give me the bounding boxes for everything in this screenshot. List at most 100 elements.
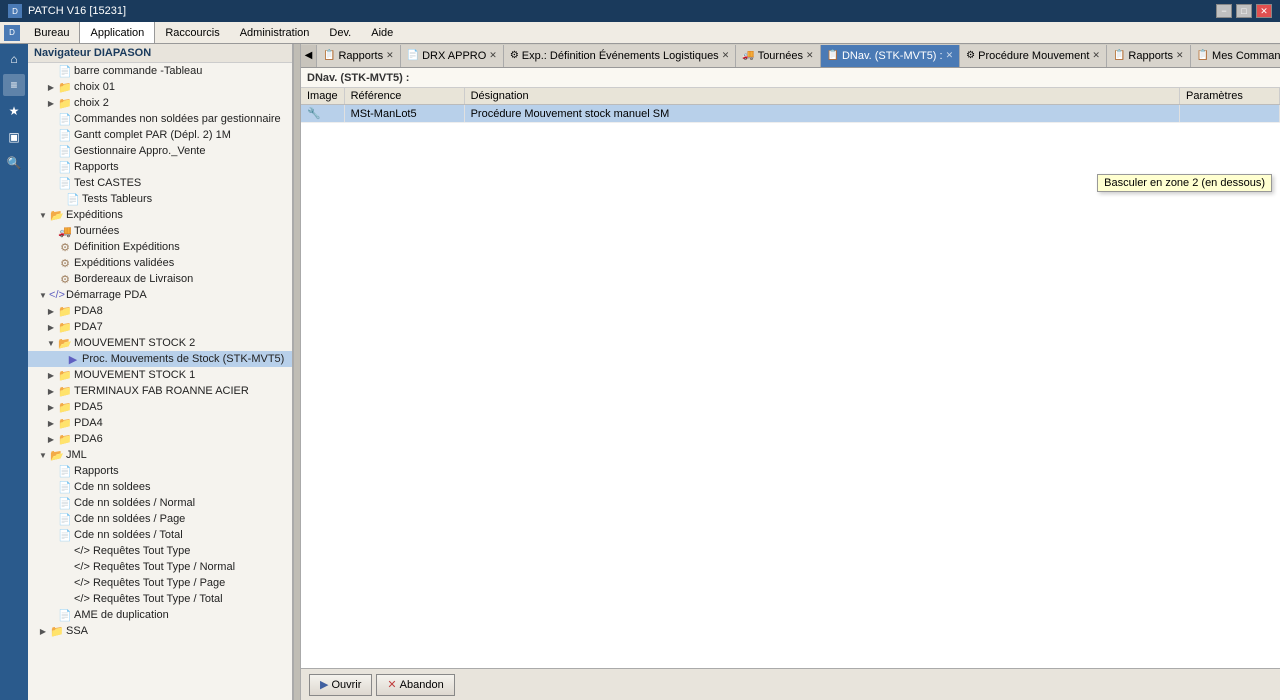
bottom-toolbar: ▶ Ouvrir ✕ Abandon: [301, 668, 1280, 700]
tab-proc-mouvement[interactable]: ⚙ Procédure Mouvement ✕: [960, 45, 1107, 67]
tree-item-cde-nn-normal[interactable]: 📄 Cde nn soldées / Normal: [28, 495, 292, 511]
folder-open-icon: 📂: [58, 336, 72, 350]
tree-item-choix2[interactable]: ▶ 📁 choix 2: [28, 95, 292, 111]
tab-close-dnav[interactable]: ✕: [946, 50, 954, 61]
tree-item-pda5[interactable]: ▶ 📁 PDA5: [28, 399, 292, 415]
col-header-parametres: Paramètres: [1180, 88, 1280, 105]
tree-item-mvt-stock1[interactable]: ▶ 📁 MOUVEMENT STOCK 1: [28, 367, 292, 383]
tree-item-terminaux[interactable]: ▶ 📁 TERMINAUX FAB ROANNE ACIER: [28, 383, 292, 399]
sidebar-nav-icon[interactable]: ≡: [3, 74, 25, 96]
folder-icon: 📁: [50, 624, 64, 638]
tab-rapports2[interactable]: 📋 Rapports ✕: [1107, 45, 1191, 67]
tree-item-req-tout-type-normal[interactable]: </> Requêtes Tout Type / Normal: [28, 559, 292, 575]
sidebar-star-icon[interactable]: ★: [3, 100, 25, 122]
tree-item-expeditions[interactable]: ▼ 📂 Expéditions: [28, 207, 292, 223]
code-icon: [58, 576, 72, 590]
file-icon: 📄: [58, 528, 72, 542]
tree-item-proc-mvt[interactable]: ▶ Proc. Mouvements de Stock (STK-MVT5): [28, 351, 292, 367]
file-icon: 📄: [58, 64, 72, 78]
file-icon: 📄: [66, 192, 80, 206]
tab-exp-def[interactable]: ⚙ Exp.: Définition Événements Logistique…: [504, 45, 736, 67]
tab-nav-left[interactable]: ◀: [301, 45, 317, 67]
tree-item-ssa[interactable]: ▶ 📁 SSA: [28, 623, 292, 639]
tab-close-proc[interactable]: ✕: [1092, 50, 1100, 61]
tree-item-ame[interactable]: 📄 AME de duplication: [28, 607, 292, 623]
tab-close-rapports2[interactable]: ✕: [1176, 50, 1184, 61]
maximize-button[interactable]: □: [1236, 4, 1252, 18]
sidebar-home-icon[interactable]: ⌂: [3, 48, 25, 70]
file-icon: 📄: [58, 480, 72, 494]
tree-item-barre[interactable]: 📄 barre commande -Tableau: [28, 63, 292, 79]
tab-drx-appro[interactable]: 📄 DRX APPRO ✕: [401, 45, 504, 67]
tree-item-pda6[interactable]: ▶ 📁 PDA6: [28, 431, 292, 447]
code-icon: [58, 592, 72, 606]
tree-item-pda7[interactable]: ▶ 📁 PDA7: [28, 319, 292, 335]
tree-item-choix01[interactable]: ▶ 📁 choix 01: [28, 79, 292, 95]
tab-close-drx[interactable]: ✕: [489, 50, 497, 61]
tree-item-rapports2[interactable]: 📄 Rapports: [28, 463, 292, 479]
nav-tree[interactable]: 📄 barre commande -Tableau ▶ 📁 choix 01 ▶…: [28, 63, 292, 700]
tree-item-borderx[interactable]: ⚙ Bordereaux de Livraison: [28, 271, 292, 287]
tree-item-cde-nn[interactable]: 📄 Cde nn soldees: [28, 479, 292, 495]
tree-item-req-tout-type-total[interactable]: </> Requêtes Tout Type / Total: [28, 591, 292, 607]
tree-item-jml[interactable]: ▼ 📂 JML: [28, 447, 292, 463]
abandon-button[interactable]: ✕ Abandon: [376, 674, 454, 696]
tree-item-gestionnaire[interactable]: 📄 Gestionnaire Appro._Vente: [28, 143, 292, 159]
tree-item-req-tout-type[interactable]: </> Requêtes Tout Type: [28, 543, 292, 559]
tree-item-demarrage-pda[interactable]: ▼ </> Démarrage PDA: [28, 287, 292, 303]
tree-item-test-castes[interactable]: 📄 Test CASTES: [28, 175, 292, 191]
tab-bar: ◀ 📋 Rapports ✕ 📄 DRX APPRO ✕ ⚙ Exp.: Déf…: [301, 44, 1280, 68]
tab-mes-commandes[interactable]: 📋 Mes Commandes Non Soldées ✕: [1191, 45, 1280, 67]
file-icon: 📄: [58, 176, 72, 190]
tree-item-req-tout-type-page[interactable]: </> Requêtes Tout Type / Page: [28, 575, 292, 591]
menu-raccourcis[interactable]: Raccourcis: [155, 22, 229, 43]
tab-dnav-stk[interactable]: 📋 DNav. (STK-MVT5) : ✕: [821, 45, 961, 67]
table-header-row: Image Référence Désignation Paramètres: [301, 88, 1280, 105]
tab-rapports1[interactable]: 📋 Rapports ✕: [317, 45, 401, 67]
tree-item-cde-nn-page[interactable]: 📄 Cde nn soldées / Page: [28, 511, 292, 527]
truck-icon: ⚙: [58, 240, 72, 254]
folder-icon: 📁: [58, 400, 72, 414]
truck-icon: 🚚: [58, 224, 72, 238]
ouvrir-button[interactable]: ▶ Ouvrir: [309, 674, 372, 696]
file-icon: 📄: [58, 128, 72, 142]
close-button[interactable]: ✕: [1256, 4, 1272, 18]
tab-close-exp[interactable]: ✕: [722, 50, 730, 61]
tab-close-rapports1[interactable]: ✕: [386, 50, 394, 61]
folder-open-icon: 📂: [50, 448, 64, 462]
tree-item-rapports1[interactable]: 📄 Rapports: [28, 159, 292, 175]
tab-close-tournees[interactable]: ✕: [806, 50, 814, 61]
resize-handle[interactable]: [293, 44, 301, 700]
menu-administration[interactable]: Administration: [230, 22, 320, 43]
tooltip-text: Basculer en zone 2 (en dessous): [1104, 177, 1265, 189]
tree-item-def-exp[interactable]: ⚙ Définition Expéditions: [28, 239, 292, 255]
tree-item-pda4[interactable]: ▶ 📁 PDA4: [28, 415, 292, 431]
menu-aide[interactable]: Aide: [361, 22, 403, 43]
tree-item-tests-tableurs[interactable]: 📄 Tests Tableurs: [28, 191, 292, 207]
tree-item-pda8[interactable]: ▶ 📁 PDA8: [28, 303, 292, 319]
folder-open-icon: 📂: [50, 208, 64, 222]
sidebar-monitor-icon[interactable]: ▣: [3, 126, 25, 148]
menu-bureau[interactable]: Bureau: [24, 22, 79, 43]
code-icon: </>: [50, 288, 64, 302]
table-row[interactable]: 🔧 MSt-ManLot5 Procédure Mouvement stock …: [301, 105, 1280, 123]
tree-item-exp-val[interactable]: ⚙ Expéditions validées: [28, 255, 292, 271]
menu-application[interactable]: Application: [79, 22, 155, 43]
tree-item-cmd[interactable]: 📄 Commandes non soldées par gestionnaire: [28, 111, 292, 127]
menu-dev[interactable]: Dev.: [319, 22, 361, 43]
folder-icon: 📁: [58, 416, 72, 430]
tree-item-cde-nn-total[interactable]: 📄 Cde nn soldées / Total: [28, 527, 292, 543]
file-icon: 📄: [58, 144, 72, 158]
tooltip: Basculer en zone 2 (en dessous): [1097, 174, 1272, 192]
cell-reference: MSt-ManLot5: [344, 105, 464, 123]
sidebar-search-icon[interactable]: 🔍: [3, 152, 25, 174]
file-icon: 📄: [58, 608, 72, 622]
table-container[interactable]: Image Référence Désignation Paramètres 🔧…: [301, 88, 1280, 668]
file-icon: 📄: [58, 464, 72, 478]
tree-item-gantt[interactable]: 📄 Gantt complet PAR (Dépl. 2) 1M: [28, 127, 292, 143]
file-icon: 📄: [58, 160, 72, 174]
minimize-button[interactable]: −: [1216, 4, 1232, 18]
tab-tournees[interactable]: 🚚 Tournées ✕: [736, 45, 820, 67]
tree-item-tournees[interactable]: 🚚 Tournées: [28, 223, 292, 239]
tree-item-mvt-stock2[interactable]: ▼ 📂 MOUVEMENT STOCK 2: [28, 335, 292, 351]
